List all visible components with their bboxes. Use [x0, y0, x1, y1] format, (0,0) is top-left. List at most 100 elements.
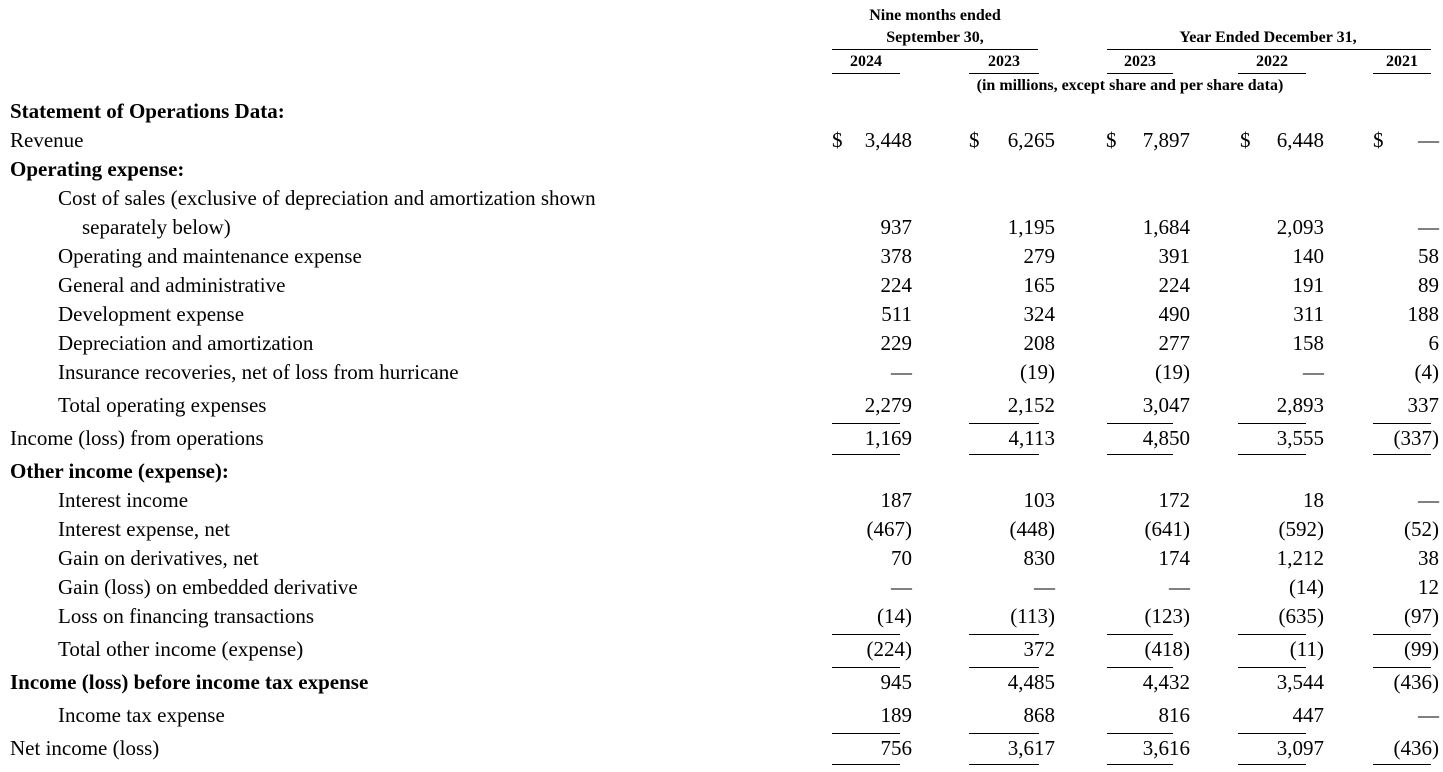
- cell-value: 337: [1407, 393, 1440, 417]
- cell-value: 140: [1292, 244, 1325, 268]
- header-year-ended: Year Ended December 31,: [1179, 29, 1357, 46]
- cell-value: —: [1303, 360, 1324, 384]
- cell-value: 756: [880, 736, 913, 760]
- cell-value: 172: [1158, 488, 1191, 512]
- total-underline: [969, 733, 1039, 734]
- row-label: Income (loss) from operations: [10, 426, 264, 450]
- cell-value: (19): [1155, 360, 1190, 384]
- cell-value: 4,113: [1008, 426, 1055, 450]
- cell-value: 165: [1023, 273, 1056, 297]
- cell-value: 1,684: [1142, 215, 1190, 239]
- cell-value: (448): [1009, 517, 1056, 541]
- header-year-3: 2022: [1256, 53, 1288, 70]
- cell-value: 3,448: [864, 128, 912, 152]
- cell-value: (14): [877, 604, 912, 628]
- cell-value: —: [891, 360, 912, 384]
- total-underline: [832, 423, 900, 424]
- total-underline: [969, 634, 1039, 635]
- cell-value: 103: [1023, 488, 1056, 512]
- row-label: Total other income (expense): [58, 637, 304, 661]
- header-nine-months-rule: [832, 49, 1038, 50]
- total-underline: [1238, 667, 1306, 668]
- row-label: Total operating expenses: [58, 393, 267, 417]
- cell-value: (635): [1278, 604, 1325, 628]
- cell-value: 4,432: [1142, 670, 1190, 694]
- cell-value: 945: [880, 670, 913, 694]
- cell-value: (14): [1289, 575, 1324, 599]
- row-label: Operating and maintenance expense: [58, 244, 362, 268]
- row-label: Interest expense, net: [58, 517, 231, 541]
- cell-value: (337): [1393, 426, 1440, 450]
- cell-value: (52): [1404, 517, 1439, 541]
- cell-value: (418): [1144, 637, 1191, 661]
- cell-value: 511: [881, 302, 912, 326]
- cell-value: 3,544: [1276, 670, 1324, 694]
- currency-symbol: $: [1106, 128, 1117, 152]
- cell-value: 189: [880, 703, 913, 727]
- row-label: Insurance recoveries, net of loss from h…: [58, 360, 459, 384]
- cell-value: 70: [891, 546, 912, 570]
- cell-value: 188: [1407, 302, 1440, 326]
- cell-value: 2,893: [1276, 393, 1324, 417]
- row-label: Interest income: [58, 488, 189, 512]
- total-underline: [1107, 423, 1173, 424]
- header-year-ended-rule: [1107, 49, 1431, 50]
- cell-value: 4,850: [1142, 426, 1190, 450]
- row-label: General and administrative: [58, 273, 286, 297]
- row-label: Income tax expense: [58, 703, 225, 727]
- total-underline: [1373, 764, 1431, 765]
- cell-value: 6,448: [1276, 128, 1324, 152]
- cell-value: —: [1418, 215, 1439, 239]
- cell-value: 2,152: [1007, 393, 1055, 417]
- cell-value: 6,265: [1007, 128, 1055, 152]
- cell-value: 3,097: [1276, 736, 1324, 760]
- total-underline: [1107, 634, 1173, 635]
- cell-value: 2,093: [1276, 215, 1324, 239]
- total-underline: [1373, 667, 1431, 668]
- cell-value: 490: [1158, 302, 1191, 326]
- cell-value: 229: [880, 331, 913, 355]
- cell-value: (436): [1393, 670, 1440, 694]
- total-underline: [969, 764, 1039, 765]
- cell-value: 3,617: [1007, 736, 1055, 760]
- row-label: Revenue: [10, 128, 84, 152]
- total-underline: [1373, 454, 1431, 455]
- cell-value: —: [1034, 575, 1055, 599]
- cell-value: 378: [880, 244, 913, 268]
- cell-value: 191: [1292, 273, 1325, 297]
- cell-value: (97): [1404, 604, 1439, 628]
- cell-value: (113): [1010, 604, 1055, 628]
- row-label: Development expense: [58, 302, 245, 326]
- cell-value: 6: [1428, 331, 1440, 355]
- cell-value: 7,897: [1142, 128, 1190, 152]
- currency-symbol: $: [969, 128, 980, 152]
- cell-value: 277: [1158, 331, 1191, 355]
- cell-value: (467): [866, 517, 913, 541]
- header-nine-months-line2: September 30,: [886, 29, 984, 46]
- cell-value: 1,169: [864, 426, 912, 450]
- row-label: Statement of Operations Data:: [10, 99, 285, 123]
- cell-value: 279: [1023, 244, 1056, 268]
- cell-value: 830: [1023, 546, 1056, 570]
- total-underline: [1107, 733, 1173, 734]
- cell-value: —: [1418, 128, 1439, 152]
- total-underline: [1238, 764, 1306, 765]
- cell-value: (19): [1020, 360, 1055, 384]
- cell-value: 391: [1158, 244, 1191, 268]
- total-underline: [1238, 634, 1306, 635]
- cell-value: 311: [1293, 302, 1324, 326]
- cell-value: 447: [1292, 703, 1325, 727]
- header-year-3-rule: [1238, 73, 1306, 74]
- cell-value: 3,555: [1276, 426, 1324, 450]
- cell-value: 224: [1158, 273, 1191, 297]
- total-underline: [1373, 423, 1431, 424]
- cell-value: (436): [1393, 736, 1440, 760]
- total-underline: [1107, 764, 1173, 765]
- cell-value: 816: [1158, 703, 1191, 727]
- cell-value: 1,195: [1007, 215, 1055, 239]
- row-label: Gain (loss) on embedded derivative: [58, 575, 358, 599]
- cell-value: (4): [1414, 360, 1440, 384]
- cell-value: —: [1418, 488, 1439, 512]
- cell-value: 4,485: [1007, 670, 1055, 694]
- cell-value: 372: [1023, 637, 1056, 661]
